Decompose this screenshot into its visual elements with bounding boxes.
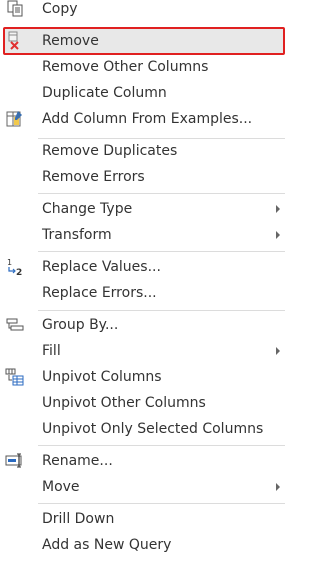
- menu-item-unpivot-other-columns[interactable]: Unpivot Other Columns: [0, 391, 289, 415]
- menu-item-replace-errors[interactable]: Replace Errors...: [0, 281, 289, 305]
- rename-icon: [5, 451, 25, 471]
- menu-item-label: Remove Other Columns: [42, 59, 209, 75]
- submenu-arrow-icon: [276, 483, 280, 491]
- menu-item-replace-values[interactable]: 1 2 Replace Values...: [0, 255, 289, 279]
- menu-item-label: Add Column From Examples...: [42, 111, 253, 127]
- menu-item-duplicate-column[interactable]: Duplicate Column: [0, 81, 289, 105]
- menu-item-label: Unpivot Columns: [42, 369, 162, 385]
- menu-item-label: Duplicate Column: [42, 85, 167, 101]
- menu-separator: [38, 251, 285, 252]
- menu-item-label: Copy: [42, 1, 78, 17]
- menu-item-remove[interactable]: Remove: [0, 29, 289, 53]
- submenu-arrow-icon: [276, 205, 280, 213]
- menu-item-transform[interactable]: Transform: [0, 223, 289, 247]
- menu-item-group-by[interactable]: Group By...: [0, 313, 289, 337]
- menu-item-drill-down[interactable]: Drill Down: [0, 507, 289, 531]
- submenu-arrow-icon: [276, 231, 280, 239]
- menu-item-label: Replace Errors...: [42, 285, 157, 301]
- menu-item-label: Remove Errors: [42, 169, 145, 185]
- menu-item-remove-duplicates[interactable]: Remove Duplicates: [0, 139, 289, 163]
- svg-text:1: 1: [7, 258, 12, 267]
- menu-item-fill[interactable]: Fill: [0, 339, 289, 363]
- menu-item-label: Move: [42, 479, 80, 495]
- menu-item-remove-other-columns[interactable]: Remove Other Columns: [0, 55, 289, 79]
- copy-icon: [5, 0, 25, 19]
- menu-item-label: Add as New Query: [42, 537, 172, 553]
- menu-item-remove-errors[interactable]: Remove Errors: [0, 165, 289, 189]
- menu-separator: [38, 310, 285, 311]
- replace-values-icon: 1 2: [5, 257, 25, 277]
- menu-item-label: Replace Values...: [42, 259, 161, 275]
- menu-item-label: Drill Down: [42, 511, 115, 527]
- submenu-arrow-icon: [276, 347, 280, 355]
- unpivot-icon: [5, 367, 25, 387]
- menu-separator: [38, 445, 285, 446]
- column-from-examples-icon: [5, 109, 25, 129]
- menu-item-label: Unpivot Only Selected Columns: [42, 421, 264, 437]
- menu-item-label: Change Type: [42, 201, 133, 217]
- menu-item-add-as-new-query[interactable]: Add as New Query: [0, 533, 289, 557]
- menu-item-label: Fill: [42, 343, 61, 359]
- menu-item-copy[interactable]: Copy: [0, 0, 289, 21]
- context-menu: Copy Remove Remove Other Columns Duplica…: [0, 0, 289, 561]
- menu-item-label: Unpivot Other Columns: [42, 395, 206, 411]
- menu-separator: [38, 503, 285, 504]
- menu-item-rename[interactable]: Rename...: [0, 449, 289, 473]
- menu-separator: [38, 193, 285, 194]
- group-by-icon: [5, 315, 25, 335]
- menu-item-label: Transform: [42, 227, 112, 243]
- menu-item-move[interactable]: Move: [0, 475, 289, 499]
- menu-item-label: Rename...: [42, 453, 113, 469]
- menu-item-unpivot-columns[interactable]: Unpivot Columns: [0, 365, 289, 389]
- menu-item-label: Remove: [42, 33, 99, 49]
- menu-item-change-type[interactable]: Change Type: [0, 197, 289, 221]
- remove-column-icon: [5, 31, 25, 51]
- menu-item-label: Remove Duplicates: [42, 143, 178, 159]
- menu-item-add-column-from-examples[interactable]: Add Column From Examples...: [0, 107, 289, 131]
- menu-item-label: Group By...: [42, 317, 119, 333]
- svg-text:2: 2: [16, 268, 22, 277]
- menu-item-unpivot-only-selected-columns[interactable]: Unpivot Only Selected Columns: [0, 417, 289, 441]
